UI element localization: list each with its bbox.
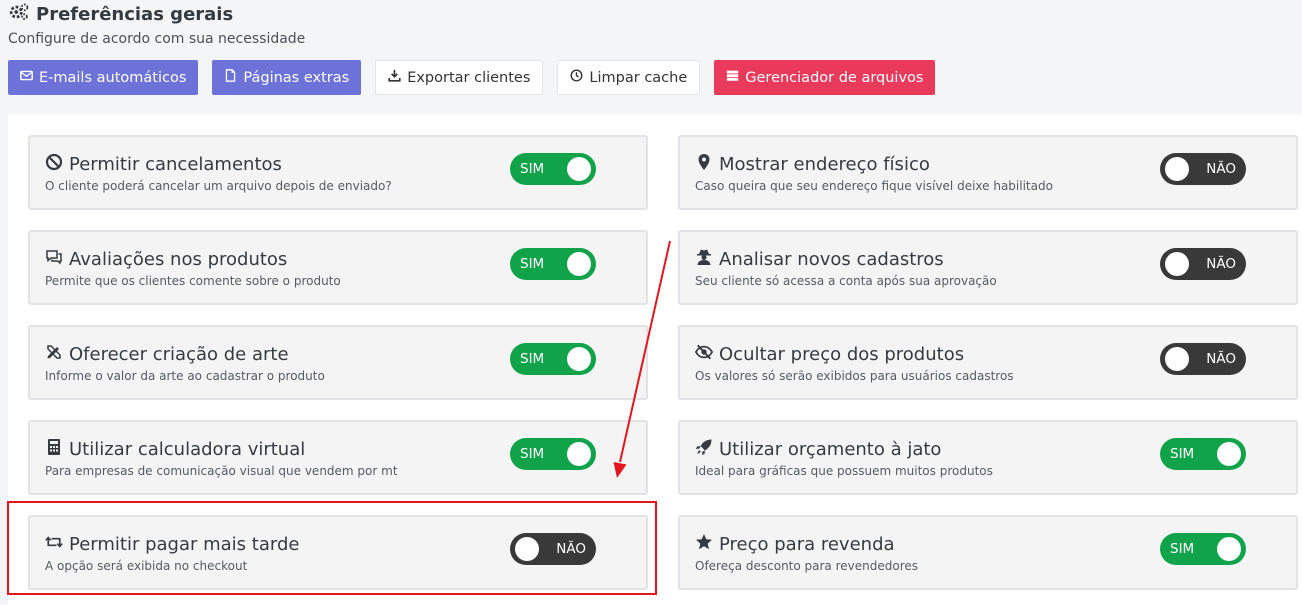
gerenciador-arquivos-label: Gerenciador de arquivos xyxy=(745,69,924,86)
envelope-icon xyxy=(20,69,33,86)
toggle-knob xyxy=(567,157,591,181)
setting-avaliacoes-produtos: Avaliações nos produtos Permite que os c… xyxy=(28,230,648,305)
toolbar: E-mails automáticos Páginas extras Expor… xyxy=(8,60,936,95)
setting-analisar-cadastros: Analisar novos cadastros Seu cliente só … xyxy=(678,230,1298,305)
toggle-knob xyxy=(1217,537,1241,561)
annotation-highlight-box xyxy=(7,501,657,595)
toggle-label: SIM xyxy=(520,351,545,367)
toggle-label: NÃO xyxy=(1206,256,1236,272)
setting-ocultar-preco: Ocultar preço dos produtos Os valores só… xyxy=(678,325,1298,400)
page-subtitle: Configure de acordo com sua necessidade xyxy=(8,31,306,47)
toggle-switch[interactable]: SIM xyxy=(510,153,596,185)
comments-icon xyxy=(45,248,63,271)
toggle-switch[interactable]: SIM xyxy=(510,343,596,375)
setting-title: Utilizar calculadora virtual xyxy=(69,439,306,460)
setting-description: Informe o valor da arte ao cadastrar o p… xyxy=(45,369,325,383)
toggle-switch[interactable]: NÃO xyxy=(1160,343,1246,375)
toggle-label: SIM xyxy=(520,446,545,462)
rocket-icon xyxy=(695,438,713,461)
toggle-label: NÃO xyxy=(1206,161,1236,177)
limpar-cache-button[interactable]: Limpar cache xyxy=(557,60,701,95)
clock-icon xyxy=(570,69,583,86)
setting-title: Utilizar orçamento à jato xyxy=(719,439,942,460)
page-header: Preferências gerais Configure de acordo … xyxy=(8,2,305,47)
setting-permitir-cancelamentos: Permitir cancelamentos O cliente poderá … xyxy=(28,135,648,210)
setting-description: Caso queira que seu endereço fique visív… xyxy=(695,179,1053,193)
star-icon xyxy=(695,533,713,556)
setting-title: Mostrar endereço físico xyxy=(719,154,930,175)
setting-description: Ideal para gráficas que possuem muitos p… xyxy=(695,464,993,478)
setting-calculadora-virtual: Utilizar calculadora virtual Para empres… xyxy=(28,420,648,495)
toggle-switch[interactable]: NÃO xyxy=(1160,248,1246,280)
emails-automaticos-button[interactable]: E-mails automáticos xyxy=(8,60,199,95)
database-icon xyxy=(726,69,739,86)
file-icon xyxy=(224,69,237,86)
setting-title: Avaliações nos produtos xyxy=(69,249,288,270)
calculator-icon xyxy=(45,438,63,461)
toggle-knob xyxy=(567,347,591,371)
setting-description: Permite que os clientes comente sobre o … xyxy=(45,274,341,288)
setting-description: Os valores só serão exibidos para usuári… xyxy=(695,369,1014,383)
setting-preco-revenda: Preço para revenda Ofereça desconto para… xyxy=(678,515,1298,590)
setting-orcamento-jato: Utilizar orçamento à jato Ideal para grá… xyxy=(678,420,1298,495)
emails-automaticos-label: E-mails automáticos xyxy=(39,69,187,86)
download-icon xyxy=(388,69,401,86)
setting-mostrar-endereco: Mostrar endereço físico Caso queira que … xyxy=(678,135,1298,210)
paginas-extras-label: Páginas extras xyxy=(243,69,350,86)
toggle-knob xyxy=(567,252,591,276)
gears-icon xyxy=(8,1,30,28)
toggle-label: SIM xyxy=(520,256,545,272)
setting-oferecer-criacao-arte: Oferecer criação de arte Informe o valor… xyxy=(28,325,648,400)
toggle-knob xyxy=(1165,252,1189,276)
toggle-switch[interactable]: SIM xyxy=(1160,438,1246,470)
exportar-clientes-label: Exportar clientes xyxy=(407,69,531,86)
toggle-knob xyxy=(567,442,591,466)
exportar-clientes-button[interactable]: Exportar clientes xyxy=(375,60,544,95)
setting-description: Para empresas de comunicação visual que … xyxy=(45,464,398,478)
paginas-extras-button[interactable]: Páginas extras xyxy=(212,60,362,95)
toggle-knob xyxy=(1165,157,1189,181)
pencil-ruler-icon xyxy=(45,343,63,366)
toggle-switch[interactable]: SIM xyxy=(510,248,596,280)
page-title-text: Preferências gerais xyxy=(36,3,234,25)
toggle-label: NÃO xyxy=(1206,351,1236,367)
user-secret-icon xyxy=(695,248,713,271)
setting-title: Preço para revenda xyxy=(719,534,895,555)
setting-title: Permitir cancelamentos xyxy=(69,154,282,175)
toggle-knob xyxy=(1165,347,1189,371)
setting-title: Oferecer criação de arte xyxy=(69,344,289,365)
limpar-cache-label: Limpar cache xyxy=(589,69,688,86)
toggle-label: SIM xyxy=(1170,446,1195,462)
toggle-switch[interactable]: SIM xyxy=(510,438,596,470)
ban-icon xyxy=(45,153,63,176)
toggle-label: SIM xyxy=(520,161,545,177)
setting-description: Ofereça desconto para revendedores xyxy=(695,559,919,573)
setting-title: Ocultar preço dos produtos xyxy=(719,344,965,365)
toggle-label: SIM xyxy=(1170,541,1195,557)
setting-title: Analisar novos cadastros xyxy=(719,249,944,270)
gerenciador-arquivos-button[interactable]: Gerenciador de arquivos xyxy=(714,60,936,95)
eye-slash-icon xyxy=(694,343,714,366)
toggle-switch[interactable]: NÃO xyxy=(1160,153,1246,185)
page-title: Preferências gerais xyxy=(8,2,305,26)
setting-description: O cliente poderá cancelar um arquivo dep… xyxy=(45,179,392,193)
map-marker-icon xyxy=(695,153,713,176)
setting-description: Seu cliente só acessa a conta após sua a… xyxy=(695,274,997,288)
toggle-knob xyxy=(1217,442,1241,466)
toggle-switch[interactable]: SIM xyxy=(1160,533,1246,565)
